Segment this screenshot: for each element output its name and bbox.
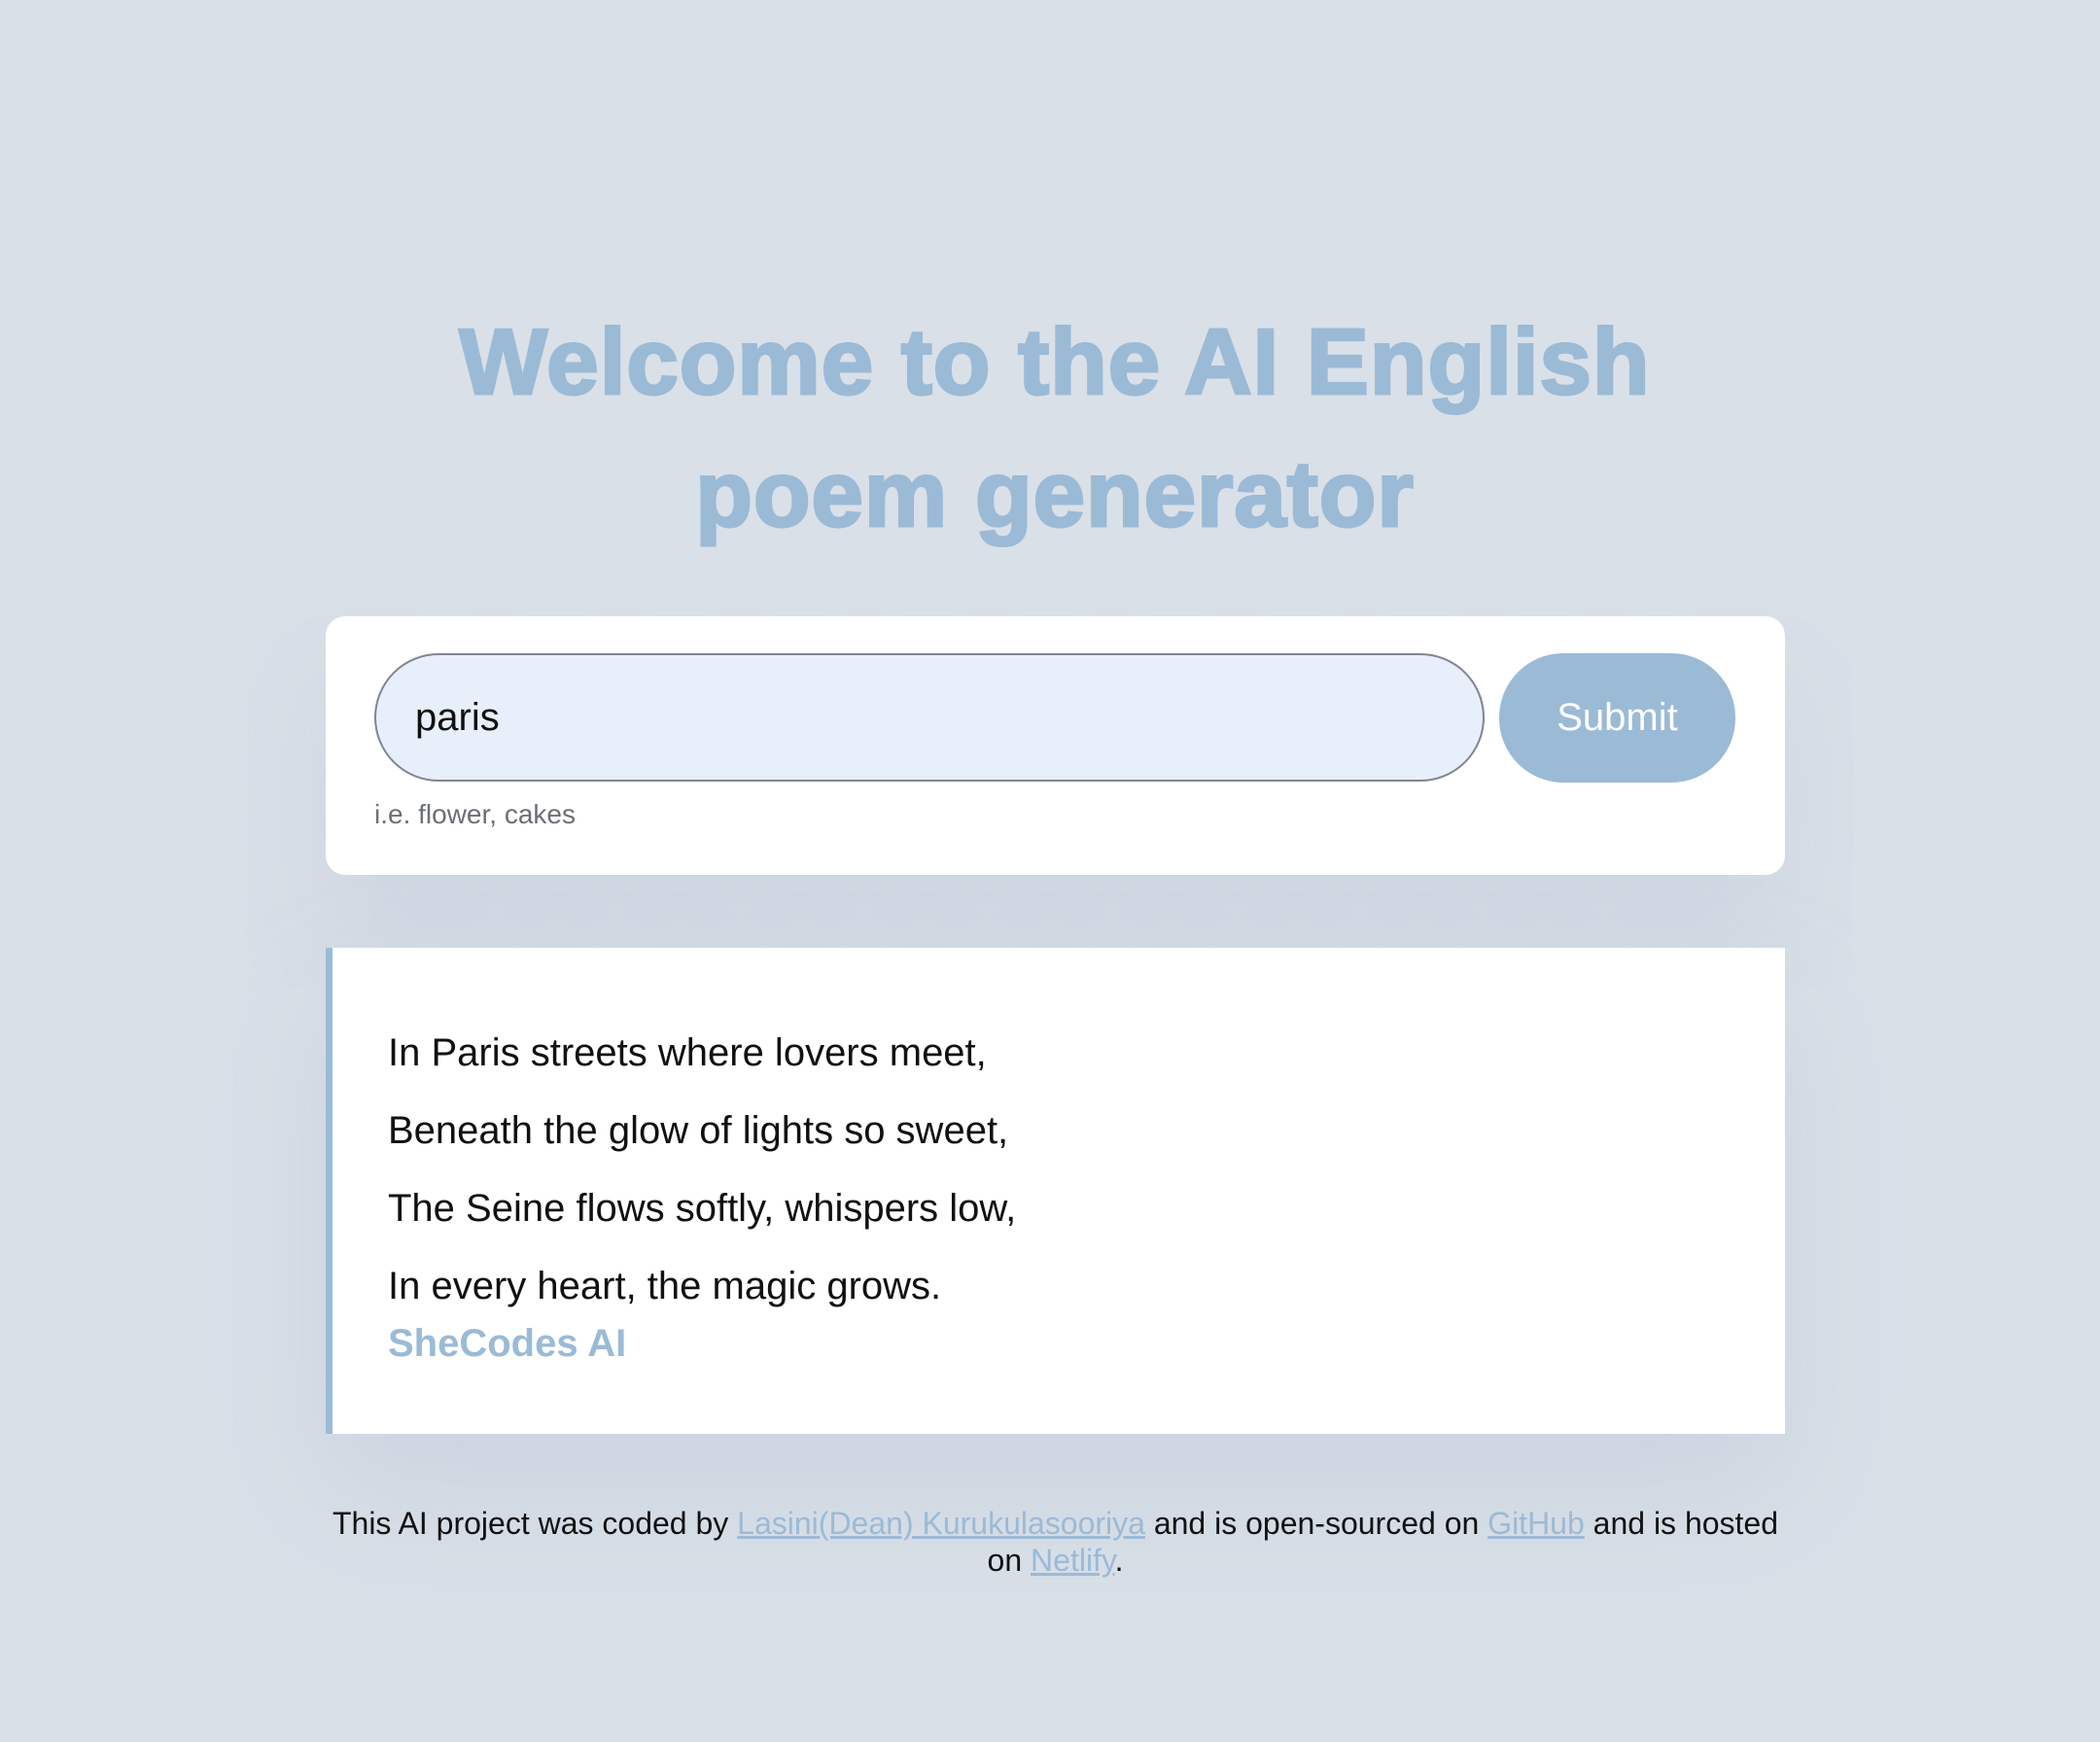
submit-button[interactable]: Submit bbox=[1499, 653, 1735, 783]
page: Welcome to the AI English poem generator … bbox=[0, 0, 2100, 1742]
footer-text: This AI project was coded by bbox=[332, 1506, 738, 1541]
footer: This AI project was coded by Lasini(Dean… bbox=[326, 1505, 1785, 1579]
poem-line: In Paris streets where lovers meet, bbox=[388, 1031, 987, 1074]
poem-signature: SheCodes AI bbox=[388, 1322, 627, 1365]
poem-line: Beneath the glow of lights so sweet, bbox=[388, 1109, 1009, 1152]
poem-card: In Paris streets where lovers meet, Bene… bbox=[326, 948, 1785, 1434]
topic-input[interactable] bbox=[374, 653, 1485, 782]
author-link[interactable]: Lasini(Dean) Kurukulasooriya bbox=[737, 1506, 1145, 1541]
input-hint: i.e. flower, cakes bbox=[374, 799, 576, 829]
poem-line: In every heart, the magic grows. bbox=[388, 1265, 942, 1307]
title-line-1: Welcome to the AI English bbox=[458, 309, 1651, 416]
poem-form: Submit i.e. flower, cakes bbox=[326, 616, 1785, 875]
netlify-link[interactable]: Netlify bbox=[1031, 1543, 1115, 1578]
footer-text: . bbox=[1114, 1543, 1124, 1578]
footer-text: and is open-sourced on bbox=[1144, 1506, 1488, 1541]
poem-lines: In Paris streets where lovers meet, Bene… bbox=[388, 1014, 1016, 1325]
github-link[interactable]: GitHub bbox=[1488, 1506, 1585, 1541]
page-title: Welcome to the AI English poem generator bbox=[0, 296, 2100, 561]
poem-line: The Seine flows softly, whispers low, bbox=[388, 1187, 1017, 1230]
title-line-2: poem generator bbox=[694, 441, 1415, 548]
